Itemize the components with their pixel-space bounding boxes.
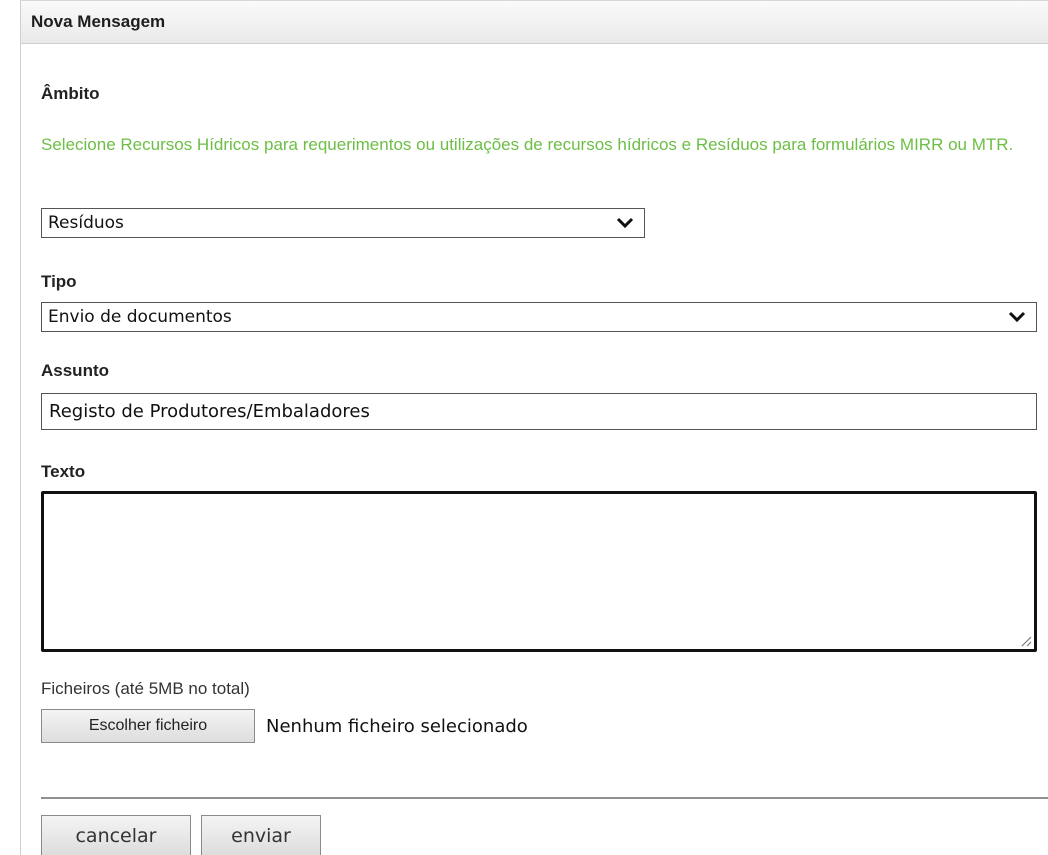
tipo-label: Tipo xyxy=(41,272,77,291)
resize-grip-icon[interactable] xyxy=(1018,633,1032,647)
tipo-selected-value: Envio de documentos xyxy=(48,307,232,327)
ambito-hint: Selecione Recursos Hídricos para requeri… xyxy=(41,135,1014,154)
new-message-panel: Nova Mensagem Âmbito Selecione Recursos … xyxy=(20,0,1048,855)
files-label: Ficheiros (até 5MB no total) xyxy=(41,679,250,698)
choose-file-button[interactable]: Escolher ficheiro xyxy=(41,709,255,743)
ambito-selected-value: Resíduos xyxy=(48,213,124,233)
send-button[interactable]: enviar xyxy=(201,815,321,855)
texto-textarea[interactable] xyxy=(41,491,1037,652)
assunto-value: Registo de Produtores/Embaladores xyxy=(49,401,370,422)
file-status: Nenhum ficheiro selecionado xyxy=(266,716,528,737)
ambito-label: Âmbito xyxy=(41,84,100,103)
divider xyxy=(41,797,1048,799)
ambito-select[interactable]: Resíduos xyxy=(41,208,645,238)
cancel-button[interactable]: cancelar xyxy=(41,815,191,855)
chevron-down-icon xyxy=(616,217,634,229)
assunto-input[interactable]: Registo de Produtores/Embaladores xyxy=(41,393,1037,430)
texto-label: Texto xyxy=(41,462,86,481)
chevron-down-icon xyxy=(1008,311,1026,323)
assunto-label: Assunto xyxy=(41,361,109,380)
tipo-select[interactable]: Envio de documentos xyxy=(41,302,1037,332)
panel-title: Nova Mensagem xyxy=(21,0,1048,44)
